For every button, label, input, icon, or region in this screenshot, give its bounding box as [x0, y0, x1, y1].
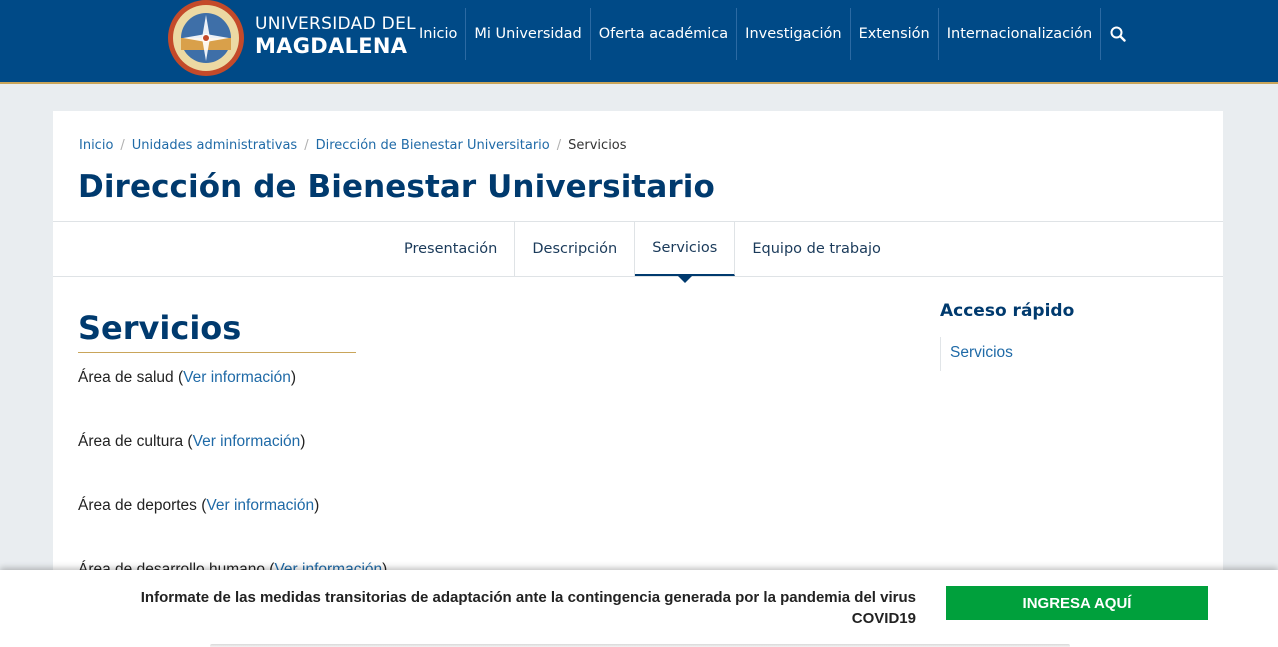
service-item-cultura: Área de cultura (Ver información)	[78, 433, 305, 451]
breadcrumb: Inicio / Unidades administrativas / Dire…	[79, 138, 627, 153]
quick-access-servicios[interactable]: Servicios	[950, 337, 1013, 369]
breadcrumb-unidades[interactable]: Unidades administrativas	[132, 138, 297, 153]
tab-equipo-de-trabajo[interactable]: Equipo de trabajo	[735, 222, 898, 276]
breadcrumb-separator: /	[120, 138, 125, 153]
active-tab-caret-icon	[676, 275, 693, 283]
content-card: Inicio / Unidades administrativas / Dire…	[53, 111, 1223, 647]
ver-informacion-link[interactable]: Ver información	[193, 433, 301, 450]
quick-access-list: Servicios	[940, 337, 1013, 371]
main-nav: Inicio Mi Universidad Oferta académica I…	[410, 8, 1135, 60]
nav-item-investigacion[interactable]: Investigación	[737, 8, 851, 60]
notice-message: Informate de las medidas transitorias de…	[116, 587, 916, 629]
ver-informacion-link[interactable]: Ver información	[206, 497, 314, 514]
nav-item-mi-universidad[interactable]: Mi Universidad	[466, 8, 591, 60]
service-suffix: )	[290, 369, 296, 386]
nav-item-inicio[interactable]: Inicio	[410, 8, 467, 60]
nav-item-extension[interactable]: Extensión	[851, 8, 939, 60]
breadcrumb-current: Servicios	[568, 138, 627, 153]
tab-presentacion[interactable]: Presentación	[387, 222, 516, 276]
tab-servicios-label: Servicios	[652, 240, 718, 256]
covid-notice-bar: Informate de las medidas transitorias de…	[0, 570, 1278, 647]
brand-line-top: UNIVERSIDAD DEL	[255, 14, 416, 34]
section-title: Servicios	[78, 309, 242, 347]
service-item-salud: Área de salud (Ver información)	[78, 369, 296, 387]
service-suffix: )	[300, 433, 306, 450]
university-seal-logo[interactable]	[166, 0, 246, 78]
service-label: Área de deportes (	[78, 497, 207, 514]
breadcrumb-separator: /	[556, 138, 562, 153]
quick-access-title: Acceso rápido	[940, 301, 1075, 321]
ver-informacion-link[interactable]: Ver información	[183, 369, 291, 386]
brand-wordmark[interactable]: UNIVERSIDAD DEL MAGDALENA	[255, 16, 416, 57]
ingresa-aqui-button[interactable]: INGRESA AQUÍ	[946, 586, 1208, 620]
page-title: Dirección de Bienestar Universitario	[78, 169, 715, 205]
service-item-deportes: Área de deportes (Ver información)	[78, 497, 319, 515]
breadcrumb-inicio[interactable]: Inicio	[79, 138, 113, 153]
nav-item-oferta-academica[interactable]: Oferta académica	[591, 8, 738, 60]
search-icon	[1110, 26, 1126, 42]
site-header: UNIVERSIDAD DEL MAGDALENA Inicio Mi Univ…	[0, 0, 1278, 84]
service-label: Área de salud (	[78, 369, 184, 386]
tab-descripcion[interactable]: Descripción	[515, 222, 636, 276]
service-suffix: )	[314, 497, 320, 514]
notice-message-line1: Informate de las medidas transitorias de…	[140, 589, 916, 606]
nav-item-internacionalizacion[interactable]: Internacionalización	[939, 8, 1102, 60]
breadcrumb-bienestar[interactable]: Dirección de Bienestar Universitario	[316, 138, 550, 153]
breadcrumb-separator: /	[304, 138, 309, 153]
tab-servicios[interactable]: Servicios	[635, 222, 736, 283]
section-title-underline	[78, 352, 356, 353]
service-label: Área de cultura (	[78, 433, 193, 450]
tab-bar: Presentación Descripción Servicios Equip…	[53, 221, 1223, 283]
notice-message-line2: COVID19	[851, 610, 916, 627]
search-button[interactable]	[1101, 8, 1135, 60]
brand-line-bottom: MAGDALENA	[255, 34, 408, 58]
